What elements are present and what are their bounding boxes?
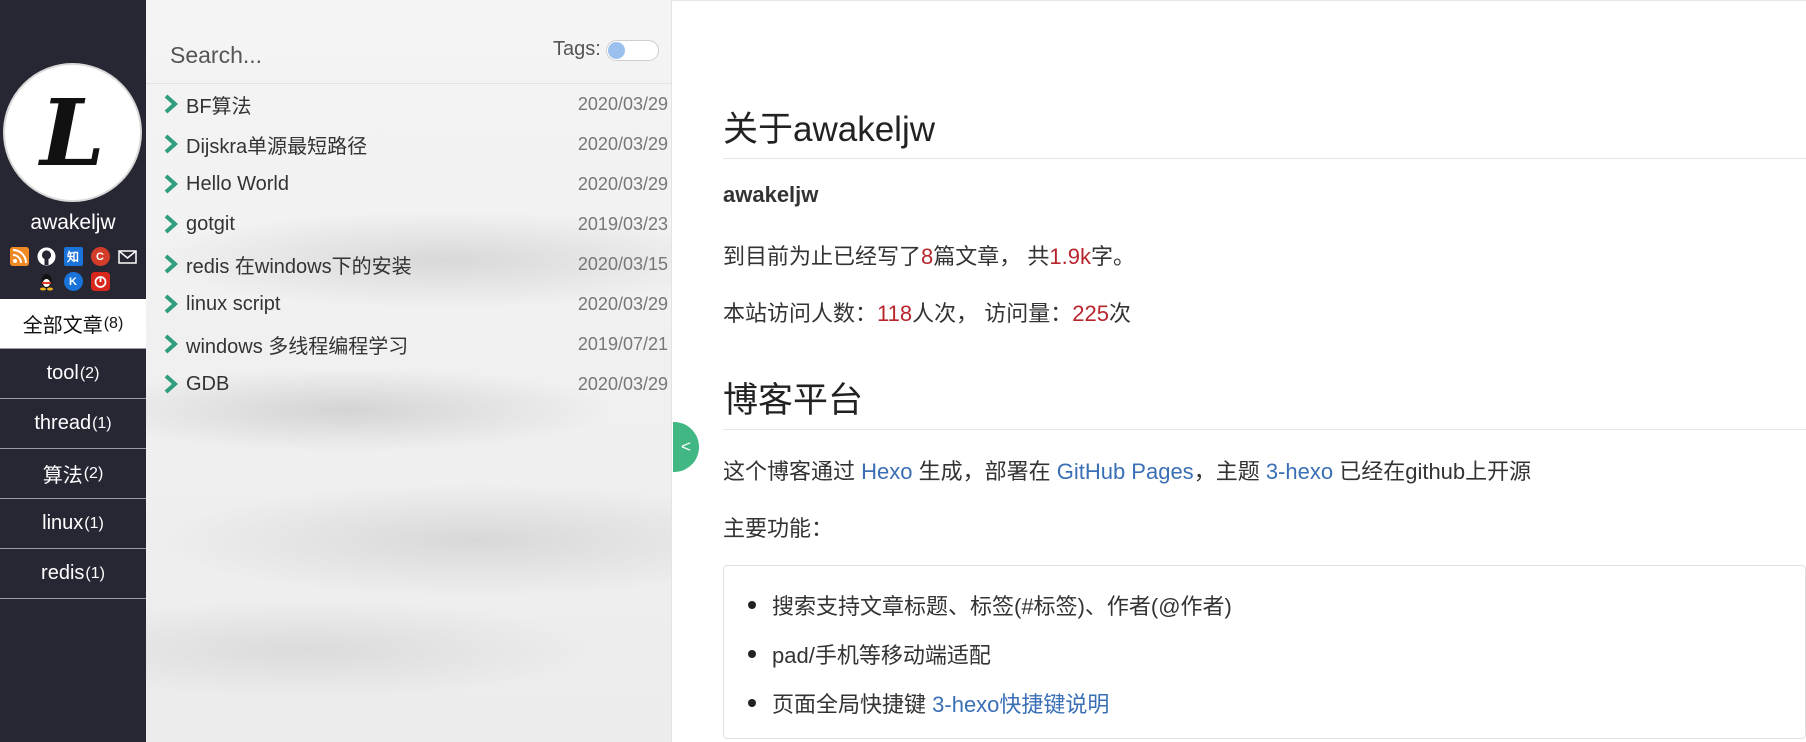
main-content: 关于awakeljw awakeljw 到目前为止已经写了8篇文章， 共1.9k… bbox=[672, 0, 1806, 742]
chevron-right-icon bbox=[164, 214, 179, 234]
chevron-right-icon bbox=[164, 334, 179, 354]
post-date: 2020/03/29 bbox=[577, 293, 668, 314]
post-title: Dijskra单源最短路径 bbox=[186, 135, 368, 158]
chevron-right-icon bbox=[164, 294, 179, 314]
nav-item-tool[interactable]: tool (2) bbox=[0, 349, 146, 399]
post-item[interactable]: BF算法 2020/03/29 bbox=[146, 84, 672, 124]
tags-label: Tags: bbox=[553, 38, 601, 60]
visitor-count: 118 bbox=[877, 301, 913, 326]
bullet-icon bbox=[748, 649, 756, 658]
post-list: BF算法 2020/03/29 Dijskra单源最短路径 2020/03/29… bbox=[146, 84, 672, 404]
post-item[interactable]: redis 在windows下的安装 2020/03/15 bbox=[146, 244, 672, 284]
avatar-letter: L bbox=[40, 78, 105, 187]
csdn-icon[interactable]: C bbox=[90, 247, 110, 266]
netease-icon[interactable] bbox=[90, 272, 110, 291]
github-icon[interactable] bbox=[37, 247, 56, 266]
nav-item-thread[interactable]: thread (1) bbox=[0, 399, 146, 449]
word-count: 1.9k bbox=[1049, 244, 1091, 269]
username: awakeljw bbox=[30, 211, 116, 234]
toggle-knob bbox=[608, 42, 625, 59]
post-title: redis 在windows下的安装 bbox=[186, 255, 412, 278]
tags-toggle[interactable] bbox=[606, 40, 659, 61]
post-item[interactable]: gotgit 2019/03/23 bbox=[146, 204, 672, 244]
post-date: 2020/03/29 bbox=[577, 173, 668, 194]
github-pages-link[interactable]: GitHub Pages bbox=[1057, 459, 1194, 484]
zhihu-icon[interactable]: 知 bbox=[63, 247, 83, 266]
post-title: BF算法 bbox=[186, 95, 252, 118]
search-input[interactable] bbox=[170, 38, 510, 72]
avatar[interactable]: L bbox=[3, 63, 142, 202]
platform-line: 这个博客通过 Hexo 生成，部署在 GitHub Pages，主题 3-hex… bbox=[723, 459, 1532, 484]
theme-link[interactable]: 3-hexo bbox=[1266, 459, 1333, 484]
list-item: 页面全局快捷键 3-hexo快捷键说明 bbox=[744, 678, 1805, 727]
post-title: GDB bbox=[186, 372, 230, 395]
post-item[interactable]: linux script 2020/03/29 bbox=[146, 284, 672, 324]
list-item: pad/手机等移动端适配 bbox=[744, 629, 1805, 678]
bullet-icon bbox=[748, 698, 756, 707]
rss-icon[interactable] bbox=[9, 247, 29, 266]
view-count: 225 bbox=[1072, 301, 1109, 326]
features-box: 搜索支持文章标题、标签(#标签)、作者(@作者) pad/手机等移动端适配 页面… bbox=[723, 565, 1806, 739]
author-name: awakeljw bbox=[723, 182, 819, 207]
post-item[interactable]: windows 多线程编程学习 2019/07/21 bbox=[146, 324, 672, 364]
post-date: 2019/07/21 bbox=[577, 333, 668, 354]
post-item[interactable]: Dijskra单源最短路径 2020/03/29 bbox=[146, 124, 672, 164]
mail-icon[interactable] bbox=[117, 247, 137, 266]
post-item[interactable]: GDB 2020/03/29 bbox=[146, 364, 672, 404]
post-list-panel: Tags: BF算法 2020/03/29 Dijskra单源最短路径 2020… bbox=[146, 0, 672, 742]
post-title: gotgit bbox=[186, 212, 235, 235]
chevron-right-icon bbox=[164, 254, 179, 274]
hexo-link[interactable]: Hexo bbox=[861, 459, 912, 484]
nav-item-redis[interactable]: redis (1) bbox=[0, 549, 146, 599]
features-list: 搜索支持文章标题、标签(#标签)、作者(@作者) pad/手机等移动端适配 页面… bbox=[724, 566, 1805, 727]
post-date: 2020/03/29 bbox=[577, 93, 668, 114]
post-title: windows 多线程编程学习 bbox=[186, 335, 409, 358]
post-date: 2020/03/29 bbox=[577, 133, 668, 154]
visits-line: 本站访问人数：118人次， 访问量：225次 bbox=[723, 301, 1131, 326]
nav-item-algorithm[interactable]: 算法 (2) bbox=[0, 449, 146, 499]
post-date: 2020/03/15 bbox=[577, 253, 668, 274]
nav-item-linux[interactable]: linux (1) bbox=[0, 499, 146, 549]
category-nav: 全部文章 (8) tool (2) thread (1) 算法 (2) linux (1)… bbox=[0, 299, 146, 599]
post-date: 2020/03/29 bbox=[577, 373, 668, 394]
chevron-right-icon bbox=[164, 174, 179, 194]
cnblogs-icon[interactable]: K bbox=[63, 272, 83, 291]
social-links: 知 C K bbox=[0, 247, 146, 291]
chevron-right-icon bbox=[164, 374, 179, 394]
shortcut-docs-link[interactable]: 3-hexo快捷键说明 bbox=[932, 687, 1109, 719]
sidebar: L awakeljw 知 C K 全部文章 (8) tool (2) thread(… bbox=[0, 0, 146, 742]
post-item[interactable]: Hello World 2020/03/29 bbox=[146, 164, 672, 204]
stats-line: 到目前为止已经写了8篇文章， 共1.9k字。 bbox=[723, 244, 1135, 269]
post-count: 8 bbox=[921, 244, 934, 269]
list-item: 搜索支持文章标题、标签(#标签)、作者(@作者) bbox=[744, 580, 1805, 629]
qq-icon[interactable] bbox=[37, 272, 56, 291]
chevron-right-icon bbox=[164, 94, 179, 114]
search-bar: Tags: bbox=[146, 0, 672, 84]
chevron-right-icon bbox=[164, 134, 179, 154]
post-date: 2019/03/23 bbox=[577, 213, 668, 234]
post-title: Hello World bbox=[186, 172, 289, 195]
features-label: 主要功能： bbox=[723, 516, 834, 541]
platform-heading: 博客平台 bbox=[723, 372, 1806, 430]
nav-item-all[interactable]: 全部文章 (8) bbox=[0, 299, 146, 349]
about-heading: 关于awakeljw bbox=[723, 101, 1806, 159]
post-title: linux script bbox=[186, 292, 281, 315]
bullet-icon bbox=[748, 600, 756, 609]
